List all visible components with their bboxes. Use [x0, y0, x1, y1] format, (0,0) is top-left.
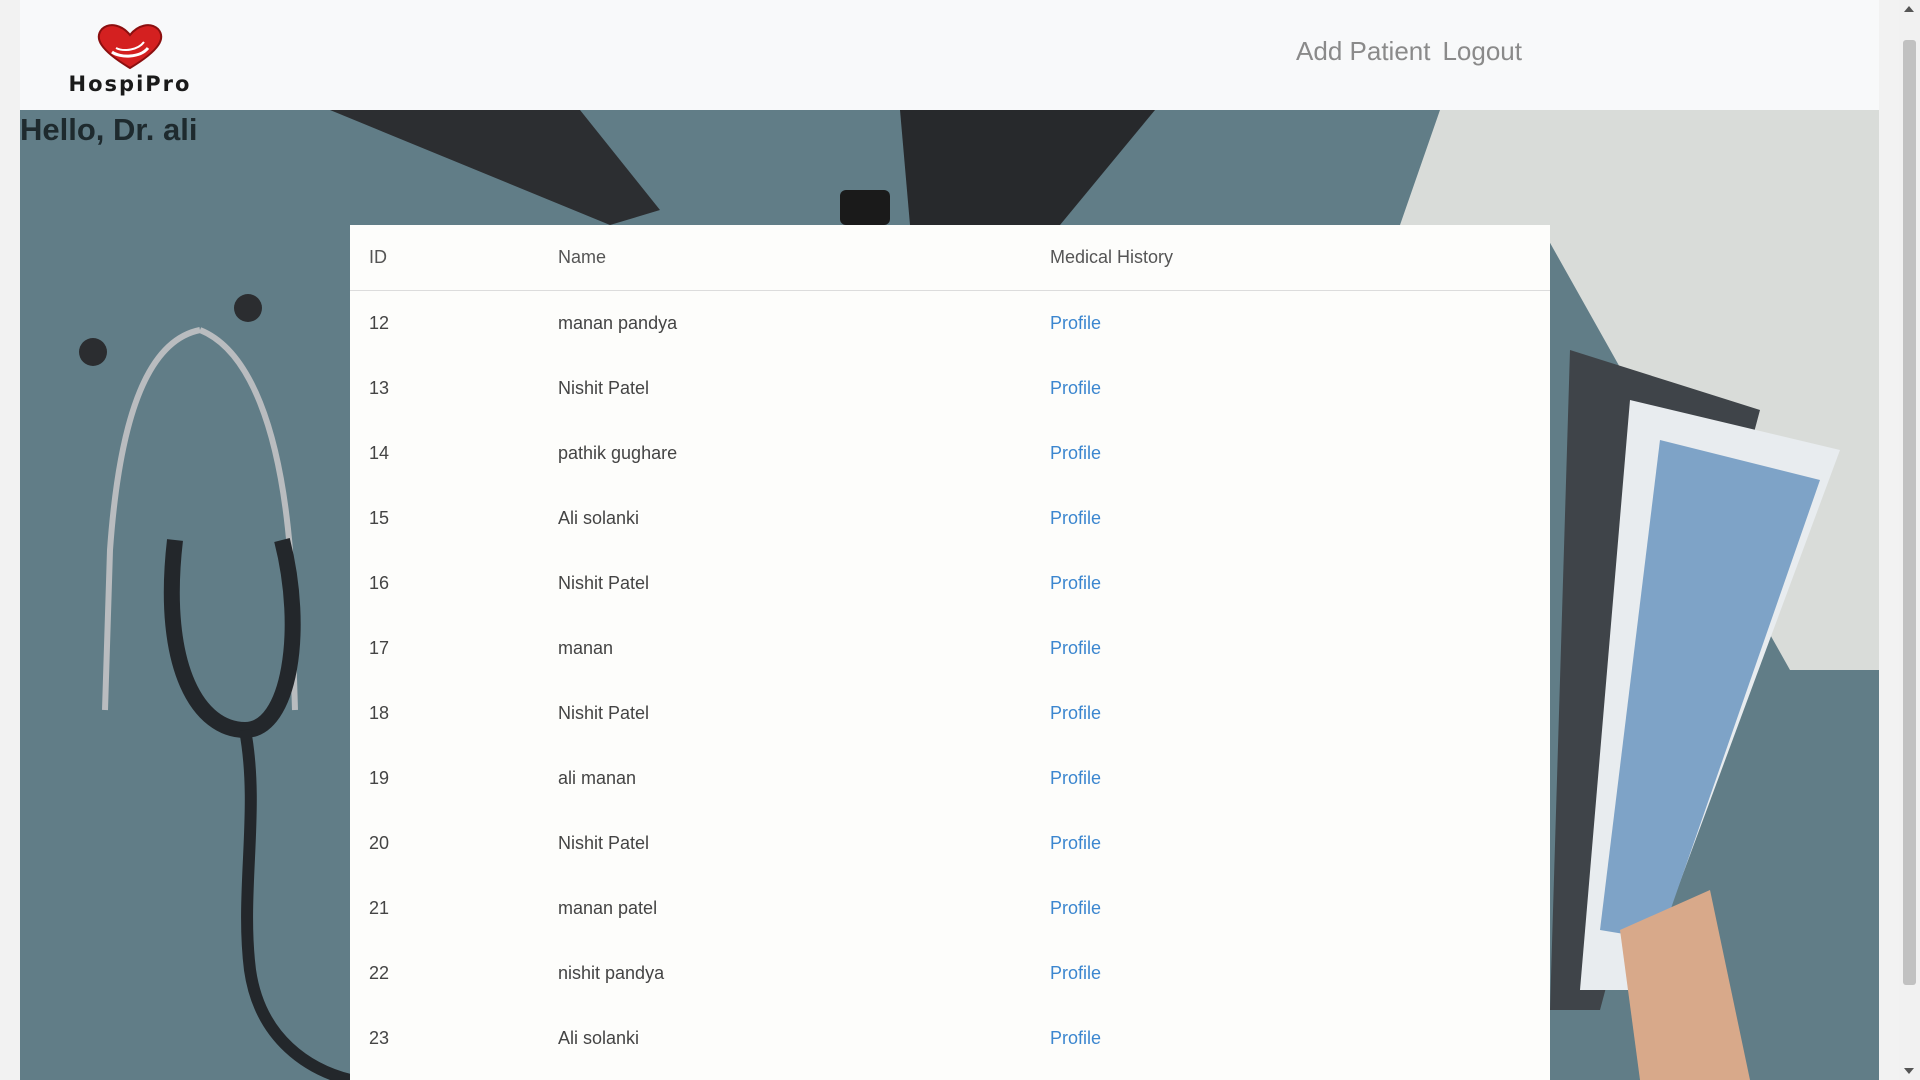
cell-name: manan pandya — [558, 313, 678, 333]
header-name: Name — [539, 225, 1031, 291]
profile-link[interactable]: Profile — [1050, 833, 1101, 853]
profile-link[interactable]: Profile — [1050, 963, 1101, 983]
table-row: 15 Ali solanki Profile — [350, 486, 1550, 551]
header-medical-history: Medical History — [1031, 225, 1550, 291]
table-header-row: ID Name Medical History — [350, 225, 1550, 291]
add-patient-link[interactable]: Add Patient — [1296, 36, 1430, 67]
profile-link[interactable]: Profile — [1050, 378, 1101, 398]
patients-table-card: ID Name Medical History 12 manan pandya … — [350, 225, 1550, 1080]
table-row: 13 Nishit Patel Profile — [350, 356, 1550, 421]
cell-name: Nishit Patel — [558, 378, 650, 398]
scroll-up-icon[interactable] — [1904, 6, 1914, 12]
scroll-down-icon[interactable] — [1904, 1068, 1914, 1074]
cell-name: nishit pandya — [558, 963, 665, 983]
profile-link[interactable]: Profile — [1050, 443, 1101, 463]
profile-link[interactable]: Profile — [1050, 703, 1101, 723]
navbar: HospiPro Add Patient Logout — [20, 0, 1879, 110]
heart-hands-icon — [97, 24, 163, 70]
nav-links: Add Patient Logout — [1296, 36, 1522, 67]
cell-id: 21 — [369, 898, 390, 918]
greeting-heading: Hello, Dr. ali — [20, 112, 198, 147]
cell-name: pathik gughare — [558, 443, 678, 463]
profile-link[interactable]: Profile — [1050, 898, 1101, 918]
cell-name: Nishit Patel — [558, 703, 650, 723]
cell-name: manan patel — [558, 898, 658, 918]
cell-name: Nishit Patel — [558, 833, 650, 853]
table-row: 22 nishit pandya Profile — [350, 941, 1550, 1006]
table-row: 12 manan pandya Profile — [350, 291, 1550, 357]
cell-id: 18 — [369, 703, 390, 723]
hero-section: Hello, Dr. ali ID Name Medical History 1… — [20, 110, 1879, 1080]
cell-id: 12 — [369, 313, 390, 333]
table-row: 17 manan Profile — [350, 616, 1550, 681]
brand-logo[interactable]: HospiPro — [60, 22, 200, 102]
profile-link[interactable]: Profile — [1050, 1028, 1101, 1048]
table-row: 21 manan patel Profile — [350, 876, 1550, 941]
vertical-scrollbar[interactable] — [1899, 0, 1920, 1080]
table-row: 20 Nishit Patel Profile — [350, 811, 1550, 876]
scroll-thumb[interactable] — [1903, 40, 1916, 985]
header-id: ID — [350, 225, 539, 291]
cell-id: 16 — [369, 573, 390, 593]
profile-link[interactable]: Profile — [1050, 573, 1101, 593]
patients-table: ID Name Medical History 12 manan pandya … — [350, 225, 1550, 1071]
cell-name: manan — [558, 638, 614, 658]
cell-id: 20 — [369, 833, 390, 853]
cell-name: Nishit Patel — [558, 573, 650, 593]
cell-id: 14 — [369, 443, 390, 463]
logout-link[interactable]: Logout — [1442, 36, 1522, 67]
table-row: 16 Nishit Patel Profile — [350, 551, 1550, 616]
cell-name: Ali solanki — [558, 508, 640, 528]
cell-id: 13 — [369, 378, 390, 398]
profile-link[interactable]: Profile — [1050, 508, 1101, 528]
table-row: 14 pathik gughare Profile — [350, 421, 1550, 486]
cell-id: 15 — [369, 508, 390, 528]
profile-link[interactable]: Profile — [1050, 313, 1101, 333]
page-viewport: HospiPro Add Patient Logout Hello, Dr. a… — [20, 0, 1879, 1080]
table-row: 23 Ali solanki Profile — [350, 1006, 1550, 1071]
profile-link[interactable]: Profile — [1050, 638, 1101, 658]
brand-name: HospiPro — [68, 72, 192, 96]
cell-id: 23 — [369, 1028, 390, 1048]
cell-id: 19 — [369, 768, 390, 788]
table-row: 19 ali manan Profile — [350, 746, 1550, 811]
table-row: 18 Nishit Patel Profile — [350, 681, 1550, 746]
cell-id: 22 — [369, 963, 390, 983]
profile-link[interactable]: Profile — [1050, 768, 1101, 788]
cell-id: 17 — [369, 638, 390, 658]
cell-name: ali manan — [558, 768, 637, 788]
cell-name: Ali solanki — [558, 1028, 640, 1048]
